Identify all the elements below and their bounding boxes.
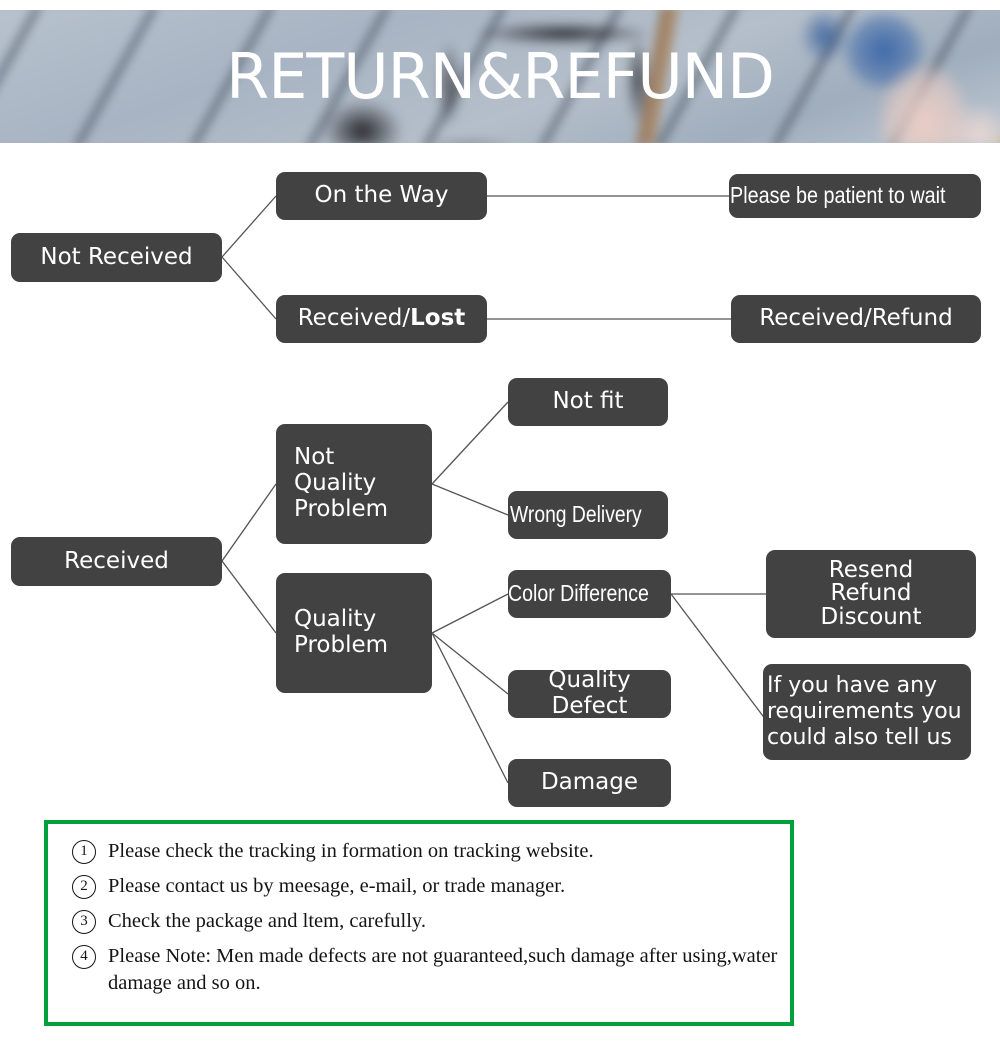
node-damage[interactable]: Damage <box>508 759 671 807</box>
node-please-be-patient-text: Please be patient to wait <box>729 182 946 209</box>
node-resend-refund-discount[interactable]: Resend Refund Discount <box>766 550 976 638</box>
node-please-be-patient-label: Please be patient to wait <box>729 182 981 209</box>
node-not-fit[interactable]: Not fit <box>508 378 668 426</box>
node-not-fit-label: Not fit <box>552 388 624 415</box>
note-number-4: 4 <box>72 945 96 970</box>
note-item-4: 4 Please Note: Men made defects are not … <box>62 943 780 997</box>
node-resend-refund-discount-label: Resend Refund Discount <box>820 556 922 630</box>
note-item-2: 2 Please contact us by meesage, e-mail, … <box>62 873 780 900</box>
note-number-1: 1 <box>72 840 96 864</box>
note-text-4: Please Note: Men made defects are not gu… <box>108 945 778 995</box>
notes-panel: 1 Please check the tracking in formation… <box>44 820 794 1026</box>
node-color-difference-text: Color Difference <box>508 580 649 607</box>
note-text-1: Please check the tracking in formation o… <box>108 840 594 862</box>
return-refund-flowchart: Not Received Received On the Way Receive… <box>0 143 1000 825</box>
node-requirements-note-label: If you have any requirements you could a… <box>767 673 962 750</box>
node-wrong-delivery-label: Wrong Delivery <box>508 501 668 528</box>
node-received-lost-label: Received/Lost <box>276 305 487 332</box>
node-received-refund[interactable]: Received/Refund <box>731 295 981 343</box>
note-item-1: 1 Please check the tracking in formation… <box>62 838 780 865</box>
note-text-3: Check the package and ltem, carefully. <box>108 910 426 933</box>
node-received-label: Received <box>64 547 169 574</box>
node-quality-problem[interactable]: Quality Problem <box>276 573 432 693</box>
header-banner: RETURN&REFUND <box>0 10 1000 143</box>
node-quality-problem-label: Quality Problem <box>294 606 389 658</box>
node-received-lost-bold: Lost <box>410 305 466 332</box>
node-quality-defect-label: Quality Defect <box>548 667 631 719</box>
node-received-lost-prefix: Received/ <box>297 305 411 332</box>
note-number-3: 3 <box>72 910 96 935</box>
node-not-quality-problem[interactable]: Not Quality Problem <box>276 424 432 544</box>
node-damage-label: Damage <box>540 769 639 796</box>
node-color-difference-label: Color Difference <box>508 580 671 607</box>
node-on-the-way[interactable]: On the Way <box>276 172 487 220</box>
node-received-lost[interactable]: Received/Lost <box>276 295 487 343</box>
node-wrong-delivery[interactable]: Wrong Delivery <box>508 491 668 539</box>
note-text-2: Please contact us by meesage, e-mail, or… <box>108 875 566 898</box>
node-wrong-delivery-text: Wrong Delivery <box>509 501 642 528</box>
node-color-difference[interactable]: Color Difference <box>508 570 671 618</box>
node-received-refund-label: Received/Refund <box>759 305 953 332</box>
node-received[interactable]: Received <box>11 537 222 586</box>
note-number-2: 2 <box>72 875 96 900</box>
node-quality-defect[interactable]: Quality Defect <box>508 667 671 719</box>
node-not-received-label: Not Received <box>40 243 193 270</box>
node-please-be-patient[interactable]: Please be patient to wait <box>729 174 981 218</box>
node-not-quality-problem-label: Not Quality Problem <box>294 444 389 522</box>
node-on-the-way-label: On the Way <box>314 182 449 209</box>
node-requirements-note[interactable]: If you have any requirements you could a… <box>763 664 971 760</box>
note-item-3: 3 Check the package and ltem, carefully. <box>62 908 780 935</box>
page-title: RETURN&REFUND <box>226 39 775 113</box>
node-not-received[interactable]: Not Received <box>11 233 222 282</box>
